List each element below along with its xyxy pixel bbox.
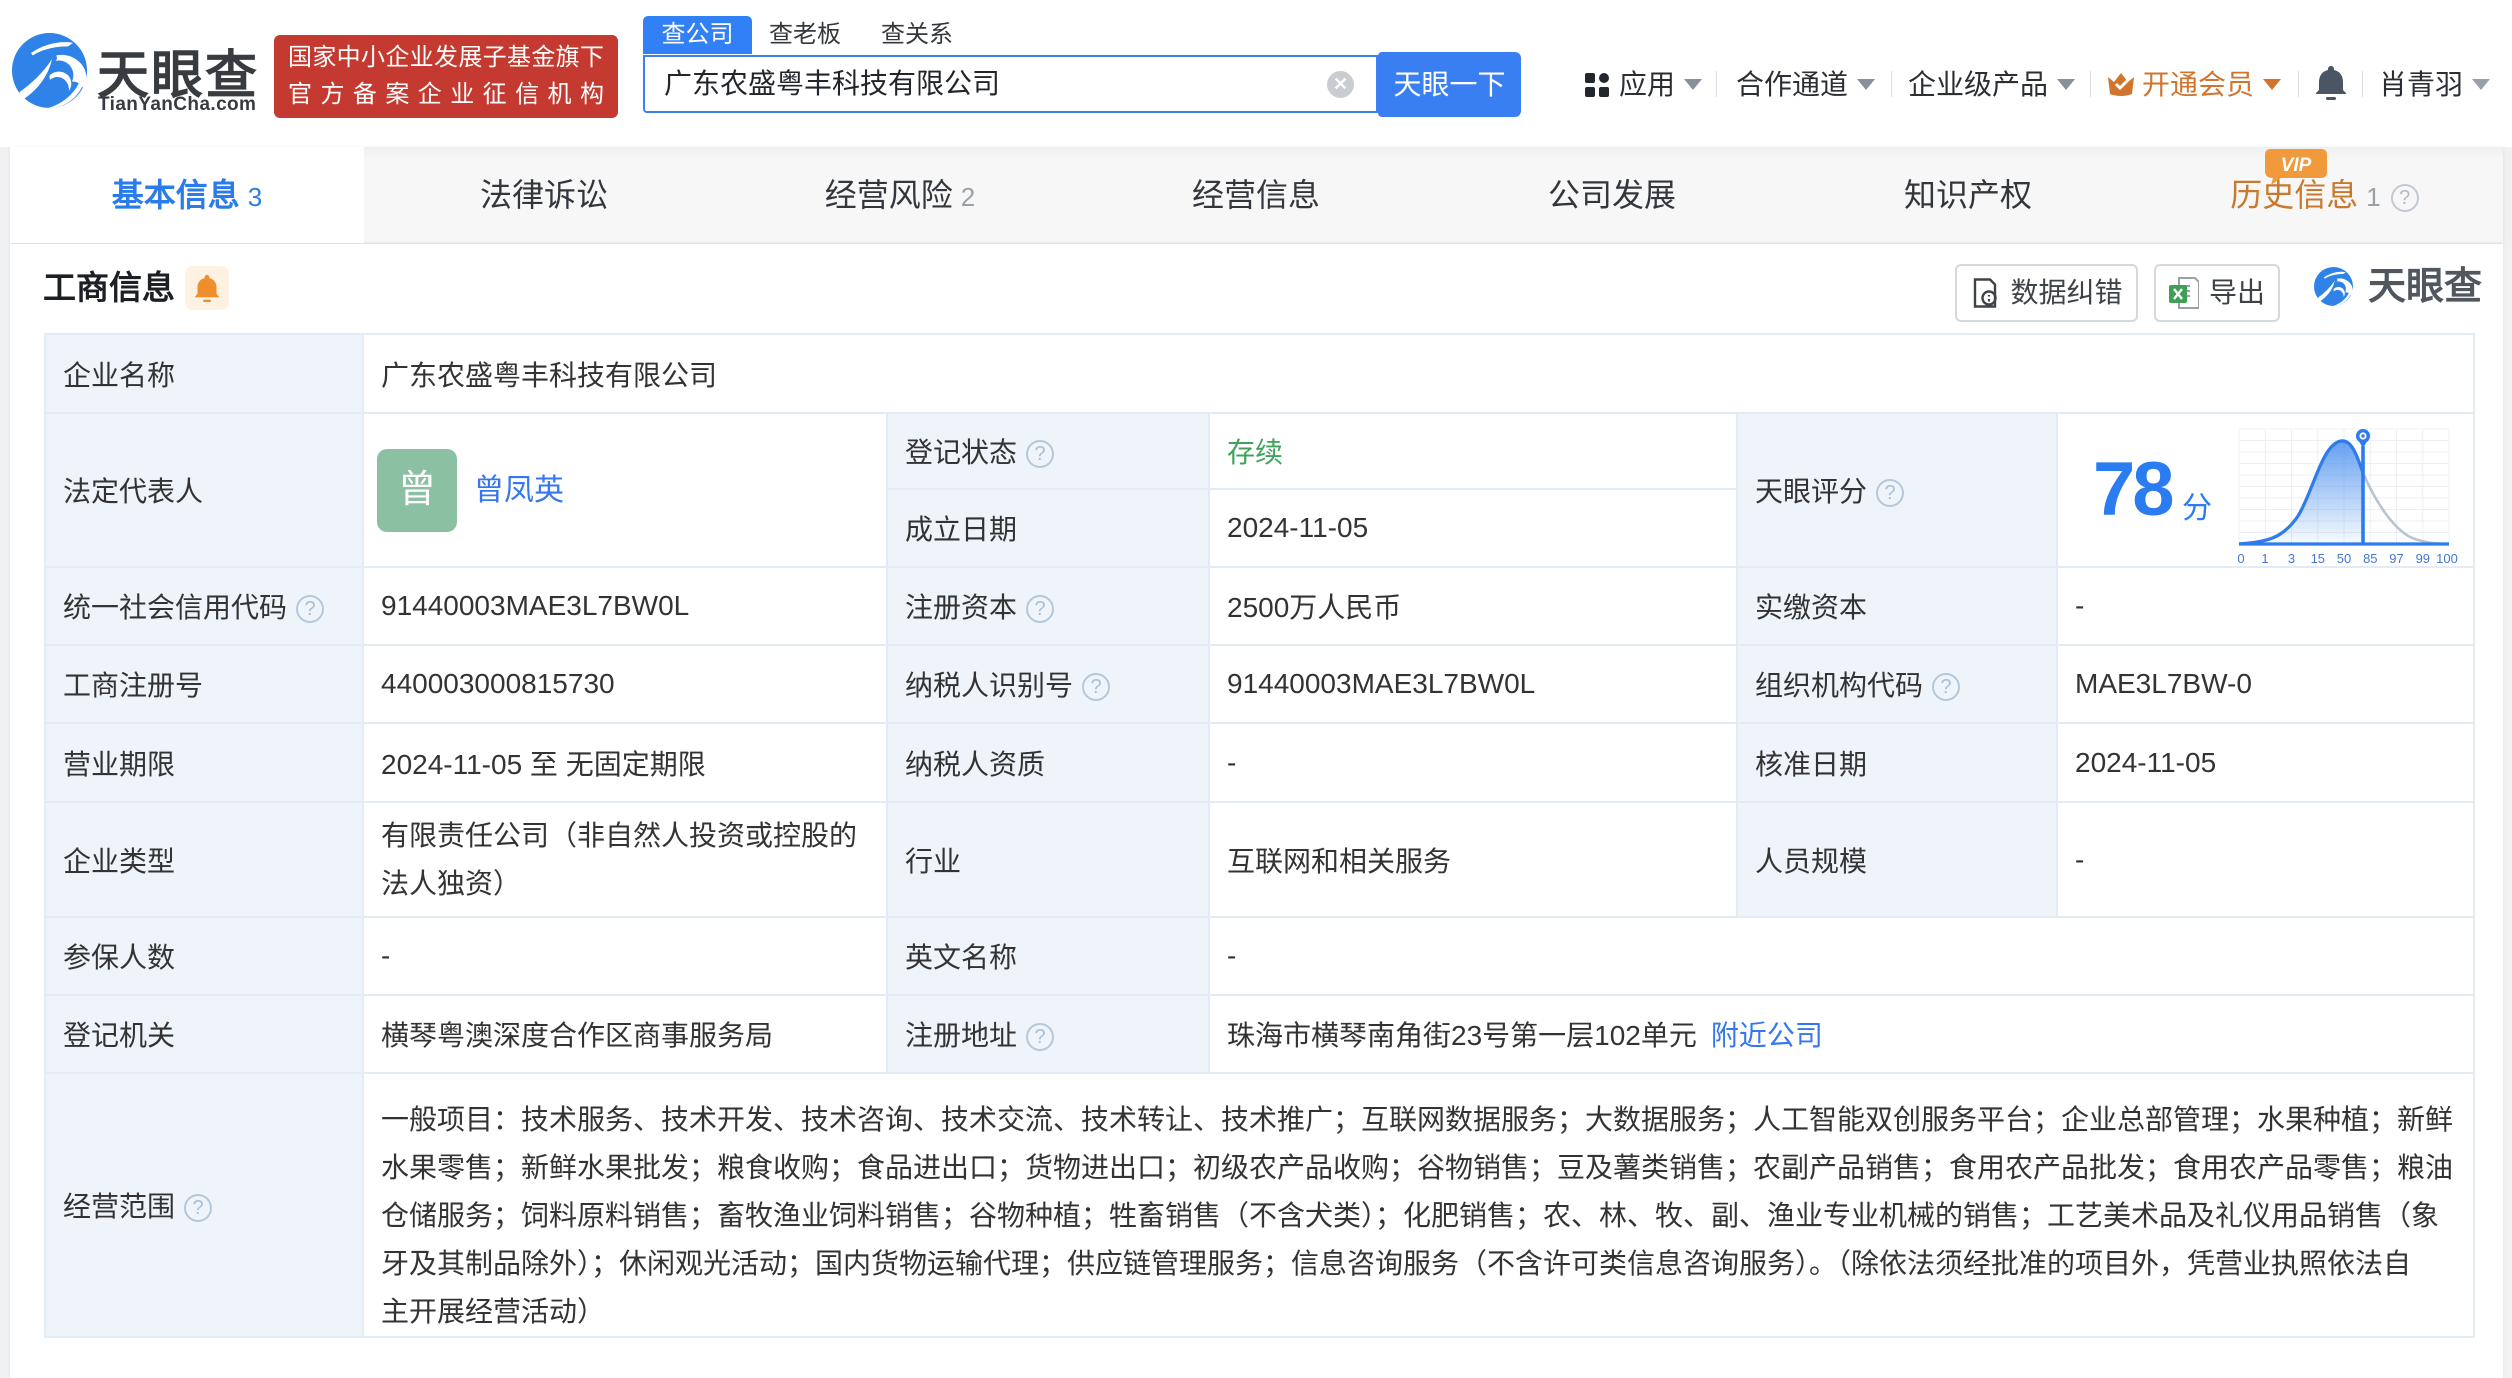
svg-text:99: 99 xyxy=(2416,551,2430,566)
svg-text:100: 100 xyxy=(2436,551,2458,566)
svg-text:3: 3 xyxy=(2288,551,2295,566)
svg-text:VIP: VIP xyxy=(2281,155,2312,176)
svg-text:85: 85 xyxy=(2363,551,2377,566)
svg-text:1: 1 xyxy=(2261,551,2268,566)
svg-text:15: 15 xyxy=(2311,551,2325,566)
svg-text:0: 0 xyxy=(2238,551,2245,566)
svg-text:97: 97 xyxy=(2389,551,2403,566)
svg-text:50: 50 xyxy=(2337,551,2351,566)
